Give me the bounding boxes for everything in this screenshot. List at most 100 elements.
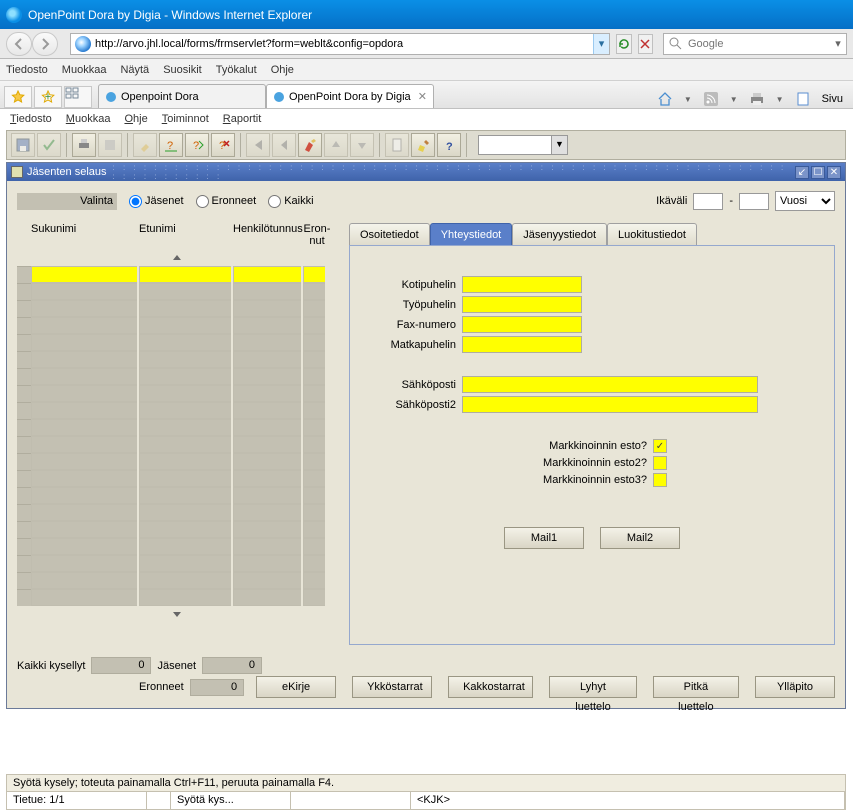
check-icon[interactable] (37, 133, 61, 157)
up-icon[interactable] (324, 133, 348, 157)
grid-row[interactable] (17, 521, 337, 538)
favorites-star[interactable] (4, 86, 32, 108)
kakkostarrat-button[interactable]: Kakkostarrat (448, 676, 533, 698)
ie-menu-ohje[interactable]: Ohje (271, 64, 294, 76)
search-input[interactable] (688, 38, 830, 50)
down-icon[interactable] (350, 133, 374, 157)
print-icon[interactable] (748, 90, 766, 108)
mail1-button[interactable]: Mail1 (504, 527, 584, 549)
quicktabs-button[interactable] (64, 86, 92, 108)
tab-yhteys[interactable]: Yhteystiedot (430, 223, 513, 245)
ie-menu-muokkaa[interactable]: Muokkaa (62, 64, 107, 76)
url-input[interactable] (95, 35, 593, 53)
grid-row[interactable] (17, 300, 337, 317)
prev-icon[interactable] (272, 133, 296, 157)
input-fax[interactable] (462, 316, 582, 333)
age-unit[interactable]: Vuosi (775, 191, 835, 211)
flashlight-icon[interactable] (133, 133, 157, 157)
grid-row[interactable] (17, 470, 337, 487)
grid-row[interactable] (17, 419, 337, 436)
ekirje-button[interactable]: eKirje (256, 676, 336, 698)
grid-scroll-down[interactable] (17, 606, 337, 623)
first-icon[interactable] (246, 133, 270, 157)
ie-menu-nayta[interactable]: Näytä (120, 64, 149, 76)
input-matka[interactable] (462, 336, 582, 353)
input-tyo[interactable] (462, 296, 582, 313)
input-email2[interactable] (462, 396, 758, 413)
browser-tab-1[interactable]: Openpoint Dora (98, 84, 266, 108)
ie-menu-suosikit[interactable]: Suosikit (163, 64, 202, 76)
edit-icon[interactable] (411, 133, 435, 157)
grid-row[interactable] (17, 487, 337, 504)
tab-jasenyys[interactable]: Jäsenyystiedot (512, 223, 607, 245)
clear-icon[interactable] (298, 133, 322, 157)
check-markkinointi2[interactable] (653, 456, 667, 470)
grid-row[interactable] (17, 334, 337, 351)
ykkostarrat-button[interactable]: Ykköstarrat (352, 676, 432, 698)
forward-button[interactable] (32, 32, 58, 56)
query-cancel-icon[interactable]: ? (211, 133, 235, 157)
age-from[interactable] (693, 193, 723, 210)
check-markkinointi3[interactable] (653, 473, 667, 487)
stop-button[interactable] (638, 34, 654, 54)
address-bar[interactable]: ▾ (70, 33, 610, 55)
back-button[interactable] (6, 32, 32, 56)
subwin-min[interactable]: ↙ (795, 166, 809, 179)
input-email[interactable] (462, 376, 758, 393)
grid-row[interactable] (17, 538, 337, 555)
preview-icon[interactable] (98, 133, 122, 157)
lyhyt-luettelo-button[interactable]: Lyhyt luettelo (549, 676, 637, 698)
app-menu-ohje[interactable]: Ohje (124, 113, 147, 125)
page-icon[interactable] (794, 90, 812, 108)
grid-row[interactable] (17, 572, 337, 589)
grid-row[interactable] (17, 436, 337, 453)
toolbar-combo[interactable]: ▼ (478, 135, 568, 155)
subwin-close[interactable]: ✕ (827, 166, 841, 179)
app-menu-muokkaa[interactable]: Muokkaa (66, 113, 111, 125)
grid-row[interactable] (17, 589, 337, 606)
grid-row[interactable] (17, 351, 337, 368)
input-koti[interactable] (462, 276, 582, 293)
query-enter-icon[interactable]: ? (159, 133, 183, 157)
grid-row[interactable] (17, 555, 337, 572)
yllapito-button[interactable]: Ylläpito (755, 676, 835, 698)
grid-row[interactable] (17, 266, 337, 283)
mail2-button[interactable]: Mail2 (600, 527, 680, 549)
grid-row[interactable] (17, 402, 337, 419)
page-label[interactable]: Sivu (822, 93, 843, 105)
radio-eronneet[interactable]: Eronneet (196, 195, 257, 208)
app-menu-tiedosto[interactable]: Tiedosto (10, 113, 52, 125)
age-to[interactable] (739, 193, 769, 210)
tab-luokitus[interactable]: Luokitustiedot (607, 223, 697, 245)
search-box[interactable]: ▾ (663, 33, 847, 55)
document-icon[interactable] (385, 133, 409, 157)
home-icon[interactable] (656, 90, 674, 108)
refresh-button[interactable] (616, 34, 632, 54)
grid-row[interactable] (17, 368, 337, 385)
rss-dd[interactable]: ▼ (730, 95, 738, 104)
print-tool-icon[interactable] (72, 133, 96, 157)
rss-icon[interactable] (702, 90, 720, 108)
grid-row[interactable] (17, 453, 337, 470)
pitka-luettelo-button[interactable]: Pitkä luettelo (653, 676, 739, 698)
subwin-max[interactable]: ☐ (811, 166, 825, 179)
grid-row[interactable] (17, 283, 337, 300)
ie-menu-tyokalut[interactable]: Työkalut (216, 64, 257, 76)
tab-osoite[interactable]: Osoitetiedot (349, 223, 430, 245)
search-dropdown[interactable]: ▾ (830, 37, 846, 50)
check-markkinointi1[interactable]: ✓ (653, 439, 667, 453)
ie-menu-tiedosto[interactable]: Tiedosto (6, 64, 48, 76)
radio-jasenet[interactable]: Jäsenet (129, 195, 184, 208)
browser-tab-2[interactable]: OpenPoint Dora by Digia ✕ (266, 84, 434, 108)
grid-scroll-up[interactable] (17, 249, 337, 266)
add-favorite[interactable]: + (34, 86, 62, 108)
radio-kaikki[interactable]: Kaikki (268, 195, 313, 208)
home-dd[interactable]: ▼ (684, 95, 692, 104)
help-icon[interactable]: ? (437, 133, 461, 157)
save-icon[interactable] (11, 133, 35, 157)
app-menu-raportit[interactable]: Raportit (223, 113, 262, 125)
grid-row[interactable] (17, 385, 337, 402)
tab-close-icon[interactable]: ✕ (418, 90, 427, 103)
query-exec-icon[interactable]: ? (185, 133, 209, 157)
grid-row[interactable] (17, 504, 337, 521)
